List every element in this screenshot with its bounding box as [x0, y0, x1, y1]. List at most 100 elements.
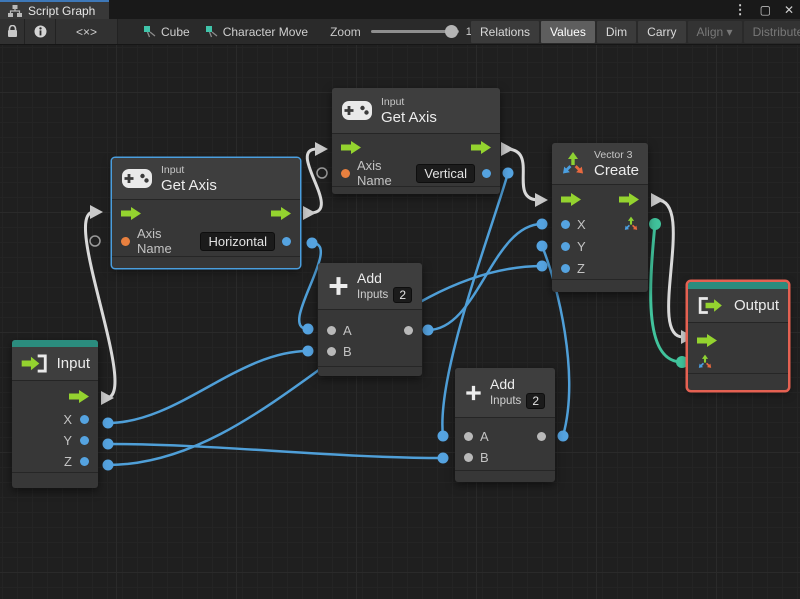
wire-flow-vector3-to-output[interactable] — [656, 198, 684, 339]
breadcrumb-cube-label: Cube — [161, 24, 190, 39]
code-view-button[interactable]: <×> — [56, 19, 118, 44]
vector3-in-port-icon[interactable] — [697, 354, 713, 370]
add-a-label: A — [480, 429, 489, 444]
node-footer — [688, 373, 788, 390]
info-button[interactable] — [25, 19, 56, 44]
breadcrumb-character-move-label: Character Move — [222, 24, 309, 39]
axis-name-port[interactable] — [121, 236, 130, 246]
add-a-port[interactable] — [327, 326, 336, 335]
vector3-y-port[interactable] — [561, 241, 570, 251]
close-icon[interactable]: ✕ — [784, 4, 794, 16]
input-event-icon — [21, 354, 47, 373]
node-header: Add Inputs 2 — [318, 263, 422, 310]
align-label: Align — [696, 25, 724, 39]
align-dropdown[interactable]: Align ▾ — [687, 21, 742, 43]
node-output-event[interactable]: Output — [688, 282, 788, 390]
node-subtitle: Input — [161, 163, 185, 176]
add-sum-port[interactable] — [537, 432, 546, 441]
tab-bar: Script Graph ⋮ ▢ ✕ — [0, 0, 800, 19]
wire-add1-sum-to-vector3-x[interactable] — [427, 222, 543, 332]
distribute-dropdown[interactable]: Distribute ▾ — [743, 21, 800, 43]
input-x-port[interactable] — [80, 415, 89, 424]
add-sum-port[interactable] — [404, 326, 413, 335]
input-z-port[interactable] — [80, 457, 89, 466]
zoom-slider-thumb[interactable] — [444, 25, 458, 38]
node-get-axis-vertical[interactable]: Input Get Axis Axis Name Vertical — [332, 88, 500, 194]
flow-in-arrow-icon[interactable] — [697, 333, 717, 347]
node-title: Output — [733, 297, 779, 314]
inputs-count-field[interactable]: 2 — [393, 286, 412, 303]
node-get-axis-horizontal[interactable]: Input Get Axis Axis Name Horizontal — [112, 158, 300, 268]
toolbar-right-group: Relations Values Dim Carry Align ▾ Distr… — [471, 21, 800, 43]
lock-icon — [7, 25, 17, 37]
node-header: Input Get Axis — [332, 88, 500, 134]
wire-input-y-to-add2-b[interactable] — [107, 442, 444, 460]
values-button[interactable]: Values — [541, 21, 595, 43]
axis-name-field[interactable]: Vertical — [416, 163, 475, 183]
breadcrumb-cube[interactable]: Cube — [144, 25, 190, 39]
node-title: Input — [56, 355, 90, 372]
carry-button[interactable]: Carry — [638, 21, 686, 43]
node-title: Add — [356, 269, 382, 286]
graph-icon — [8, 4, 22, 17]
node-add-2[interactable]: Add Inputs 2 A B — [455, 368, 555, 482]
axis-name-port[interactable] — [341, 168, 350, 178]
node-footer — [455, 470, 555, 482]
flow-in-arrow-icon[interactable] — [121, 206, 141, 220]
value-out-port[interactable] — [482, 168, 491, 178]
breadcrumb-character-move[interactable]: Character Move — [205, 24, 309, 39]
node-input-event[interactable]: Input X Y Z — [12, 340, 98, 488]
wire-vector3-to-output-value[interactable] — [649, 223, 683, 364]
add-b-label: B — [343, 344, 352, 359]
add-b-port[interactable] — [464, 453, 473, 462]
vector3-z-port[interactable] — [561, 263, 570, 273]
vector3-icon — [562, 151, 584, 174]
axis-name-field[interactable]: Horizontal — [200, 231, 275, 251]
values-label: Values — [550, 25, 586, 39]
port-vertical-axisname-external[interactable] — [316, 167, 328, 179]
node-footer — [12, 472, 98, 488]
node-header: Add Inputs 2 — [455, 368, 555, 418]
node-footer — [318, 366, 422, 376]
relations-button[interactable]: Relations — [471, 21, 540, 43]
tab-script-graph[interactable]: Script Graph — [0, 0, 110, 19]
flow-in-arrow-icon[interactable] — [341, 140, 361, 154]
flow-out-arrow-icon[interactable] — [271, 206, 291, 220]
vector3-out-port-icon[interactable] — [623, 216, 639, 232]
graph-canvas[interactable]: Input Get Axis Axis Name Vertical Input … — [0, 45, 800, 599]
add-b-port[interactable] — [327, 347, 336, 356]
add-b-label: B — [480, 450, 489, 465]
input-z-label: Z — [64, 454, 72, 469]
node-title: Add — [489, 376, 515, 392]
node-header: Vector 3 Create — [552, 143, 648, 185]
event-strip — [12, 340, 98, 347]
inputs-count-field[interactable]: 2 — [526, 393, 545, 409]
zoom-slider[interactable] — [370, 25, 459, 38]
node-footer — [112, 256, 300, 268]
maximize-icon[interactable]: ▢ — [760, 4, 771, 16]
vector3-y-label: Y — [577, 238, 586, 254]
node-add-1[interactable]: Add Inputs 2 A B — [318, 263, 422, 376]
add-a-port[interactable] — [464, 432, 473, 441]
flow-in-arrow-icon[interactable] — [561, 192, 581, 206]
flow-out-arrow-icon[interactable] — [69, 389, 89, 403]
wire-flow-getaxis-horizontal-to-vertical[interactable] — [305, 147, 323, 215]
input-y-port[interactable] — [80, 436, 89, 445]
port-horizontal-axisname-external[interactable] — [89, 235, 101, 247]
axis-name-label: Axis Name — [137, 226, 172, 256]
graph-toolbar: <×> Cube Character Move Zoom 1x Relation… — [0, 19, 800, 45]
wire-input-x-to-add1-b[interactable] — [107, 349, 309, 425]
vector3-x-port[interactable] — [561, 219, 570, 229]
dim-button[interactable]: Dim — [596, 21, 637, 43]
gamepad-icon — [122, 169, 152, 188]
flow-out-arrow-icon[interactable] — [471, 140, 491, 154]
node-vector3-create[interactable]: Vector 3 Create X Y Z — [552, 143, 648, 292]
output-event-icon — [698, 297, 722, 314]
node-title: Create — [594, 161, 640, 179]
value-out-port[interactable] — [282, 236, 291, 246]
vector3-x-label: X — [577, 216, 586, 232]
menu-icon[interactable]: ⋮ — [734, 3, 747, 16]
lock-button[interactable] — [0, 19, 25, 44]
flow-out-arrow-icon[interactable] — [619, 192, 639, 206]
node-header: Input — [12, 347, 98, 381]
